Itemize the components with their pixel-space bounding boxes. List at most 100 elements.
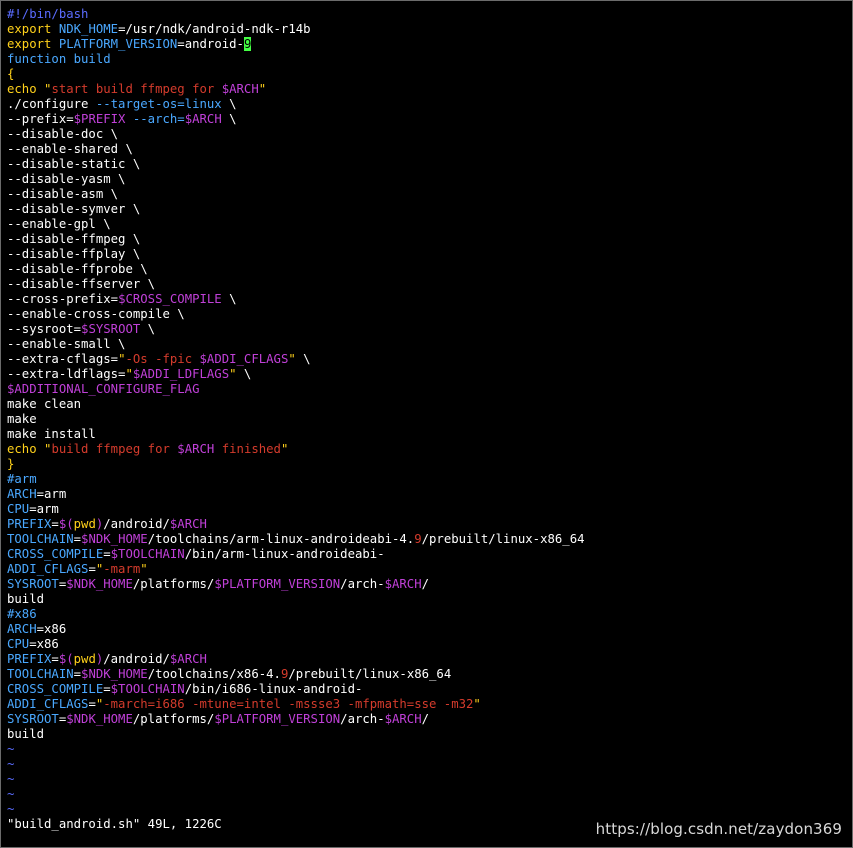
code-token: ": [280, 442, 289, 456]
empty-line-marker: ~: [7, 802, 15, 816]
code-token: =: [73, 667, 82, 681]
code-token: --disable-asm \: [7, 187, 119, 201]
code-line: echo "start build ffmpeg for $ARCH": [7, 82, 585, 97]
code-line: --enable-cross-compile \: [7, 307, 585, 322]
code-line: }: [7, 457, 585, 472]
terminal-window[interactable]: #!/bin/bash export NDK_HOME=/usr/ndk/andr…: [0, 0, 853, 848]
code-token: ": [125, 367, 133, 381]
code-token: --disable-ffprobe \: [7, 262, 148, 276]
code-token: TOOLCHAIN: [7, 667, 74, 681]
code-token: echo: [7, 442, 45, 456]
code-line: ARCH=arm: [7, 487, 585, 502]
code-token: -marm: [103, 562, 141, 576]
code-token: \: [221, 292, 237, 306]
code-token: }: [7, 457, 15, 471]
code-token: --disable-ffmpeg \: [7, 232, 141, 246]
code-token: /arch-: [340, 577, 385, 591]
code-token: \: [295, 352, 311, 366]
code-line: --disable-ffprobe \: [7, 262, 585, 277]
code-token: echo: [7, 82, 45, 96]
code-token: /bin/i686-linux-android-: [184, 682, 363, 696]
code-token: /toolchains/x86-4.: [147, 667, 281, 681]
code-token: ": [288, 352, 296, 366]
code-token: start build ffmpeg for: [51, 82, 222, 96]
code-token: ": [258, 82, 267, 96]
vim-editor-buffer[interactable]: #!/bin/bash export NDK_HOME=/usr/ndk/andr…: [7, 7, 585, 817]
code-token: =arm: [29, 502, 59, 516]
code-token: =: [103, 547, 111, 561]
code-line: CPU=x86: [7, 637, 585, 652]
code-line: --enable-gpl \: [7, 217, 585, 232]
code-line: --disable-yasm \: [7, 172, 585, 187]
code-token: ADDI_CFLAGS: [7, 697, 89, 711]
code-token: --enable-small \: [7, 337, 126, 351]
code-token: ": [140, 562, 148, 576]
code-token: TOOLCHAIN: [7, 532, 74, 546]
code-line: --enable-small \: [7, 337, 585, 352]
code-token: $(: [58, 517, 74, 531]
code-line: SYSROOT=$NDK_HOME/platforms/$PLATFORM_VE…: [7, 712, 585, 727]
code-token: make clean: [7, 397, 82, 411]
code-token: =/usr/ndk/android-ndk-r14b: [118, 22, 311, 36]
code-token: =: [103, 682, 111, 696]
code-token: --extra-cflags=: [7, 352, 119, 366]
code-line: --disable-ffmpeg \: [7, 232, 585, 247]
code-token: #x86: [7, 607, 37, 621]
code-token: --disable-ffplay \: [7, 247, 141, 261]
code-token: --target-os=linux: [95, 97, 222, 111]
code-line: CROSS_COMPILE=$TOOLCHAIN/bin/arm-linux-a…: [7, 547, 585, 562]
code-token: =: [73, 532, 82, 546]
code-token: pwd: [73, 652, 96, 666]
code-token: $TOOLCHAIN: [110, 547, 185, 561]
code-line: PREFIX=$(pwd)/android/$ARCH: [7, 517, 585, 532]
code-line: build: [7, 727, 585, 742]
code-token: ": [229, 367, 237, 381]
code-line: export PLATFORM_VERSION=android-9: [7, 37, 585, 52]
code-token: $ARCH: [384, 577, 422, 591]
code-line: --disable-static \: [7, 157, 585, 172]
code-token: --sysroot=: [7, 322, 82, 336]
code-token: build: [7, 592, 45, 606]
code-line: function build: [7, 52, 585, 67]
code-token: CROSS_COMPILE: [7, 682, 104, 696]
code-line: #arm: [7, 472, 585, 487]
code-token: /platforms/: [132, 577, 215, 591]
code-token: =: [88, 562, 96, 576]
code-token: \: [221, 97, 237, 111]
code-token: function build: [7, 52, 111, 66]
code-line: TOOLCHAIN=$NDK_HOME/toolchains/x86-4.9/p…: [7, 667, 585, 682]
code-token: $PLATFORM_VERSION: [214, 577, 341, 591]
code-line: build: [7, 592, 585, 607]
code-token: ": [473, 697, 481, 711]
code-token: $CROSS_COMPILE: [118, 292, 222, 306]
code-line: --disable-asm \: [7, 187, 585, 202]
code-token: =x86: [29, 637, 59, 651]
code-line: export NDK_HOME=/usr/ndk/android-ndk-r14…: [7, 22, 585, 37]
code-token: -march=i686 -mtune=intel -mssse3 -mfpmat…: [103, 697, 474, 711]
empty-line-marker: ~: [7, 742, 15, 756]
code-token: #arm: [7, 472, 37, 486]
code-token: $ARCH: [177, 442, 215, 456]
code-token: /platforms/: [132, 712, 215, 726]
code-token: ADDI_CFLAGS: [7, 562, 89, 576]
code-token: $ARCH: [221, 82, 259, 96]
code-token: CROSS_COMPILE: [7, 547, 104, 561]
empty-line-marker: ~: [7, 757, 15, 771]
code-token: CPU: [7, 502, 30, 516]
code-line: SYSROOT=$NDK_HOME/platforms/$PLATFORM_VE…: [7, 577, 585, 592]
code-line: --enable-shared \: [7, 142, 585, 157]
code-token: --enable-shared \: [7, 142, 133, 156]
code-token: --disable-static \: [7, 157, 141, 171]
code-line: ./configure --target-os=linux \: [7, 97, 585, 112]
code-token: finished: [214, 442, 281, 456]
code-token: --disable-yasm \: [7, 172, 126, 186]
code-token: --extra-ldflags=: [7, 367, 126, 381]
code-token: $ARCH: [184, 112, 222, 126]
code-token: /android/: [103, 652, 170, 666]
code-token: build ffmpeg for: [51, 442, 178, 456]
code-token: $(: [58, 652, 74, 666]
code-token: PLATFORM_VERSION: [58, 37, 178, 51]
code-token: #!/bin/bash: [7, 7, 89, 21]
code-line: --extra-ldflags="$ADDI_LDFLAGS" \: [7, 367, 585, 382]
code-token: {: [7, 67, 15, 81]
